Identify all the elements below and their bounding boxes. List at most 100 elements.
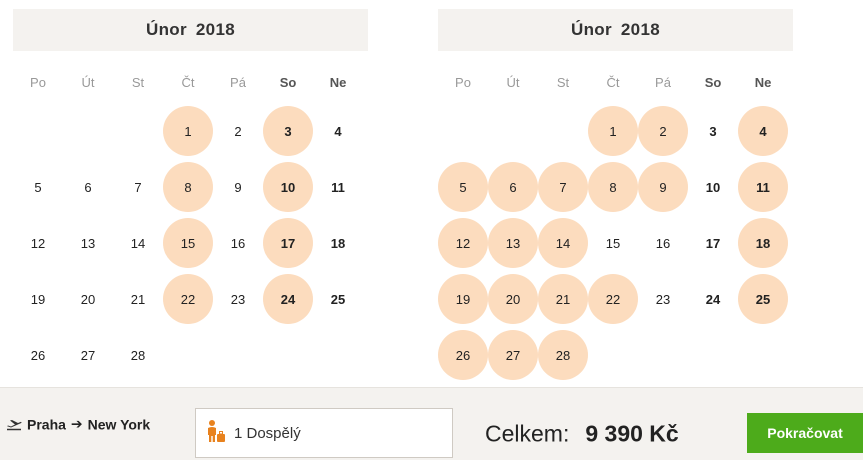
day-number: 12 [438, 218, 488, 268]
day-number: 12 [30, 235, 46, 251]
day-cell: 23 [638, 271, 688, 327]
day-cell-available[interactable]: 21 [538, 271, 588, 327]
day-cell-available[interactable]: 14 [538, 215, 588, 271]
day-number: 13 [488, 218, 538, 268]
day-cell-available[interactable]: 26 [438, 327, 488, 383]
day-cell: 17 [688, 215, 738, 271]
day-number: 5 [438, 162, 488, 212]
continue-button[interactable]: Pokračovat [747, 413, 863, 453]
day-cell-available[interactable]: 22 [163, 271, 213, 327]
day-cell-available[interactable]: 25 [738, 271, 788, 327]
day-cell-available[interactable]: 10 [263, 159, 313, 215]
day-cell-available[interactable]: 17 [263, 215, 313, 271]
day-number: 10 [705, 179, 721, 195]
day-cell: 16 [638, 215, 688, 271]
day-cell-available[interactable]: 1 [588, 103, 638, 159]
day-number: 17 [705, 235, 721, 251]
day-cell-available[interactable]: 15 [163, 215, 213, 271]
weekday-label: Ne [329, 74, 347, 90]
day-grid: 1 2 3 4 5 6 7 8 9 10 11 12 13 14 15 16 17 18 19 20 21 22 23 24 2… [13, 103, 368, 383]
day-cell: 13 [63, 215, 113, 271]
day-cell: 16 [213, 215, 263, 271]
day-cell: 28 [113, 327, 163, 383]
day-number: 7 [134, 179, 142, 195]
day-cell: 25 [313, 271, 363, 327]
day-number: 1 [163, 106, 213, 156]
day-cell-available[interactable]: 18 [738, 215, 788, 271]
day-cell: 27 [63, 327, 113, 383]
day-number: 20 [80, 291, 96, 307]
day-number: 3 [263, 106, 313, 156]
day-number: 27 [80, 347, 96, 363]
day-number: 3 [709, 123, 717, 139]
day-number: 6 [84, 179, 92, 195]
day-cell-available[interactable]: 4 [738, 103, 788, 159]
empty-day-cell [13, 103, 63, 159]
month-title: Únor 2018 [13, 9, 368, 51]
day-number: 22 [163, 274, 213, 324]
weekday-label: Ne [754, 74, 772, 90]
day-number: 16 [230, 235, 246, 251]
day-number: 11 [738, 162, 788, 212]
day-number: 9 [234, 179, 242, 195]
total-label: Celkem: [485, 420, 570, 447]
day-cell: 15 [588, 215, 638, 271]
day-number: 2 [234, 123, 242, 139]
day-cell: 4 [313, 103, 363, 159]
day-number: 28 [130, 347, 146, 363]
day-number: 19 [438, 274, 488, 324]
day-cell-available[interactable]: 20 [488, 271, 538, 327]
price-total: Celkem: 9 390 Kč [485, 421, 679, 448]
day-grid: 1 2 3 4 5 6 7 8 9 10 11 12 13 14 15 16 17 18 19 20 21 22 23 24 2… [438, 103, 793, 383]
weekday-label: Po [30, 74, 46, 90]
day-cell-available[interactable]: 6 [488, 159, 538, 215]
passenger-count: 1 Dospělý [234, 424, 301, 442]
weekday-header: Po Út St Čt Pá So Ne [438, 61, 793, 103]
day-number: 18 [330, 235, 346, 251]
day-cell-available[interactable]: 7 [538, 159, 588, 215]
day-number: 8 [588, 162, 638, 212]
day-cell-available[interactable]: 12 [438, 215, 488, 271]
day-cell-available[interactable]: 8 [163, 159, 213, 215]
day-number: 9 [638, 162, 688, 212]
day-cell-available[interactable]: 11 [738, 159, 788, 215]
weekday-label: St [131, 74, 145, 90]
day-number: 1 [588, 106, 638, 156]
day-number: 14 [538, 218, 588, 268]
route-summary: Praha ➔ New York [6, 416, 150, 433]
day-cell-available[interactable]: 28 [538, 327, 588, 383]
day-cell-available[interactable]: 24 [263, 271, 313, 327]
weekday-label: St [556, 74, 570, 90]
calendar-right: Únor 2018 Po Út St Čt Pá So Ne 1 2 3 4 5 6 7 8 9 10 11 12… [438, 9, 793, 383]
day-cell-available[interactable]: 19 [438, 271, 488, 327]
day-cell-available[interactable]: 2 [638, 103, 688, 159]
day-cell-available[interactable]: 9 [638, 159, 688, 215]
day-cell: 14 [113, 215, 163, 271]
day-number: 26 [30, 347, 46, 363]
day-number: 11 [331, 179, 345, 195]
day-cell-available[interactable]: 8 [588, 159, 638, 215]
day-number: 24 [263, 274, 313, 324]
empty-day-cell [538, 103, 588, 159]
weekday-label: Út [506, 74, 520, 90]
day-cell: 7 [113, 159, 163, 215]
day-cell-available[interactable]: 1 [163, 103, 213, 159]
day-cell-available[interactable]: 3 [263, 103, 313, 159]
day-number: 26 [438, 330, 488, 380]
day-number: 25 [738, 274, 788, 324]
day-number: 23 [230, 291, 246, 307]
day-cell-available[interactable]: 27 [488, 327, 538, 383]
day-number: 15 [605, 235, 621, 251]
day-cell-available[interactable]: 13 [488, 215, 538, 271]
day-cell-available[interactable]: 22 [588, 271, 638, 327]
day-cell: 20 [63, 271, 113, 327]
weekday-label: Pá [655, 74, 671, 90]
day-cell-available[interactable]: 5 [438, 159, 488, 215]
weekday-label: Pá [230, 74, 246, 90]
day-number: 25 [330, 291, 346, 307]
empty-day-cell [438, 103, 488, 159]
day-number: 2 [638, 106, 688, 156]
day-number: 7 [538, 162, 588, 212]
passenger-selector[interactable]: 1 Dospělý [195, 408, 453, 458]
weekday-label: So [279, 74, 297, 90]
